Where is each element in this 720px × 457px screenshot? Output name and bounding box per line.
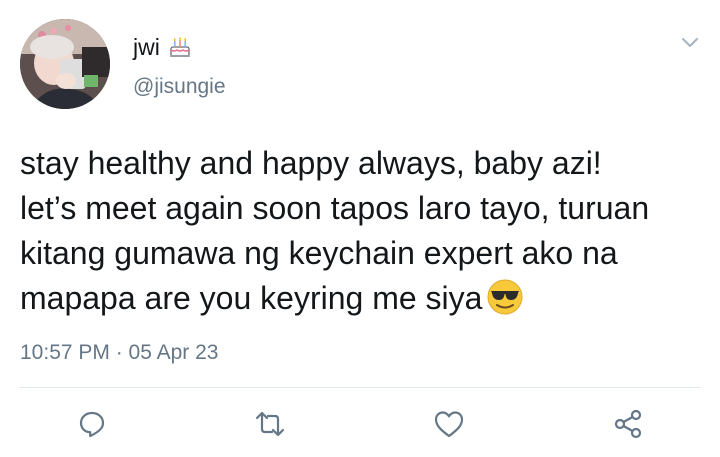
reply-icon — [79, 411, 105, 438]
retweet-icon — [255, 411, 285, 437]
sunglasses-face-emoji-icon — [486, 278, 524, 316]
avatar[interactable] — [20, 19, 110, 109]
like-button[interactable] — [432, 407, 466, 441]
user-handle[interactable]: @jisungie — [133, 74, 226, 100]
heart-icon — [434, 411, 464, 438]
tweet-line: mapapa are you keyring me siya — [20, 280, 483, 316]
share-button[interactable] — [611, 407, 645, 441]
more-options-chevron-down-icon[interactable] — [678, 34, 702, 52]
tweet-line: kitang gumawa ng keychain expert ako na — [20, 235, 618, 271]
display-name-text: jwi — [133, 34, 160, 60]
divider — [20, 387, 700, 388]
retweet-button[interactable] — [253, 407, 287, 441]
tweet-card: jwi @jisungie stay healthy and happy alw… — [0, 0, 720, 457]
tweet-line: let’s meet again soon tapos laro tayo, t… — [20, 190, 650, 226]
reply-button[interactable] — [75, 407, 109, 441]
avatar-image — [20, 19, 110, 109]
tweet-line: stay healthy and happy always, baby azi! — [20, 145, 602, 181]
birthday-cake-emoji-icon — [168, 35, 192, 59]
tweet-timestamp[interactable]: 10:57 PM · 05 Apr 23 — [20, 341, 218, 365]
share-icon — [614, 409, 642, 439]
tweet-text: stay healthy and happy always, baby azi!… — [20, 141, 710, 321]
display-name[interactable]: jwi — [133, 34, 192, 60]
